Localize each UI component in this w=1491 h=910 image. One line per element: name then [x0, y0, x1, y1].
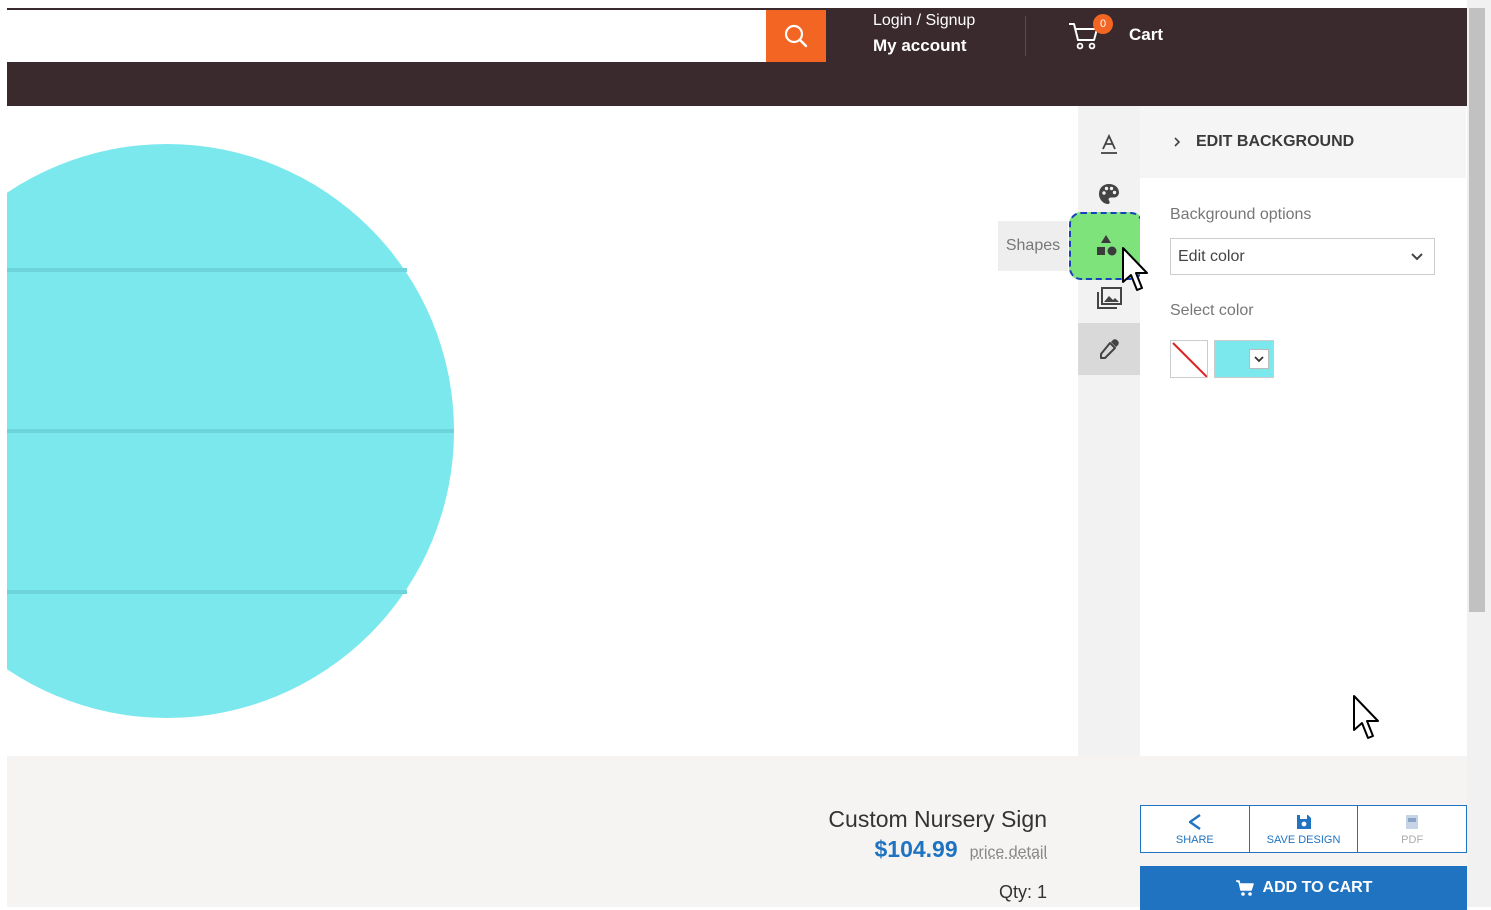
- header-divider: [1025, 16, 1026, 56]
- chevron-right-icon: [1174, 137, 1181, 147]
- search-input[interactable]: [7, 10, 766, 62]
- share-icon: [1188, 813, 1201, 830]
- search-button[interactable]: [766, 10, 826, 62]
- share-label: SHARE: [1175, 833, 1214, 846]
- text-icon: [1101, 133, 1117, 154]
- product-name: Custom Nursery Sign: [828, 806, 1047, 832]
- panel-title: EDIT BACKGROUND: [1196, 133, 1355, 150]
- quantity-label: Qty: 1: [998, 882, 1047, 902]
- text-tool-button[interactable]: [1078, 118, 1140, 170]
- cart-icon: [1235, 880, 1254, 896]
- price-detail-link[interactable]: price detail: [970, 844, 1047, 862]
- page-top-edge: [0, 0, 1491, 8]
- my-account-link[interactable]: My account: [873, 36, 975, 56]
- cart-link[interactable]: 0 Cart: [1067, 14, 1164, 52]
- save-design-label: SAVE DESIGN: [1266, 833, 1341, 846]
- design-toolbar: [1069, 106, 1143, 756]
- pdf-label: PDF: [1401, 833, 1424, 846]
- page-scrollbar-thumb[interactable]: [1469, 8, 1485, 612]
- add-to-cart-label: ADD TO CART: [1262, 879, 1373, 896]
- chevron-down-icon: [1411, 252, 1423, 260]
- edit-background-panel: EDIT BACKGROUND Background options Edit …: [1140, 106, 1466, 756]
- shapes-icon: [1097, 235, 1117, 256]
- mouse-cursor-icon: [1353, 695, 1379, 739]
- design-canvas[interactable]: [7, 106, 1078, 756]
- share-button[interactable]: SHARE: [1140, 805, 1250, 853]
- cart-count-badge: 0: [1093, 14, 1113, 34]
- save-design-button[interactable]: SAVE DESIGN: [1248, 805, 1359, 853]
- color-dropdown-toggle[interactable]: [1249, 349, 1269, 369]
- login-signup-link[interactable]: Login / Signup: [873, 12, 975, 30]
- color-picker-swatch[interactable]: [1214, 340, 1274, 378]
- site-header: Login / Signup My account 0 Cart: [7, 8, 1467, 106]
- search-icon: [784, 24, 808, 48]
- chevron-down-icon: [1254, 356, 1264, 363]
- product-price: $104.99: [874, 836, 958, 862]
- eyedropper-tool-button[interactable]: [1078, 323, 1140, 375]
- shapes-tooltip: Shapes: [998, 221, 1068, 271]
- product-footer: Custom Nursery Sign $104.99 price detail…: [7, 756, 1468, 910]
- pdf-button[interactable]: PDF: [1357, 805, 1468, 853]
- image-icon: [1097, 287, 1122, 309]
- add-to-cart-button[interactable]: ADD TO CART: [1140, 866, 1467, 910]
- select-color-label: Select color: [1170, 302, 1254, 319]
- account-links: Login / Signup My account: [873, 12, 975, 56]
- design-action-buttons: SHARE SAVE DESIGN PDF: [1140, 805, 1468, 855]
- no-color-swatch[interactable]: [1170, 340, 1208, 378]
- mouse-cursor-icon: [1122, 247, 1148, 291]
- cart-icon-wrapper: 0: [1067, 14, 1113, 52]
- no-color-icon: [1172, 342, 1207, 377]
- palette-icon: [1099, 184, 1119, 204]
- eyedropper-icon: [1100, 339, 1119, 359]
- background-options-select[interactable]: Edit color: [1170, 238, 1435, 275]
- pdf-icon: [1406, 814, 1419, 829]
- cart-label: Cart: [1129, 25, 1164, 44]
- background-options-value: Edit color: [1178, 247, 1245, 265]
- price-row: $104.99 price detail: [874, 836, 1047, 863]
- circle-shape[interactable]: [7, 106, 1078, 756]
- background-options-label: Background options: [1170, 206, 1312, 223]
- save-icon: [1296, 814, 1311, 829]
- panel-header[interactable]: EDIT BACKGROUND: [1140, 106, 1466, 178]
